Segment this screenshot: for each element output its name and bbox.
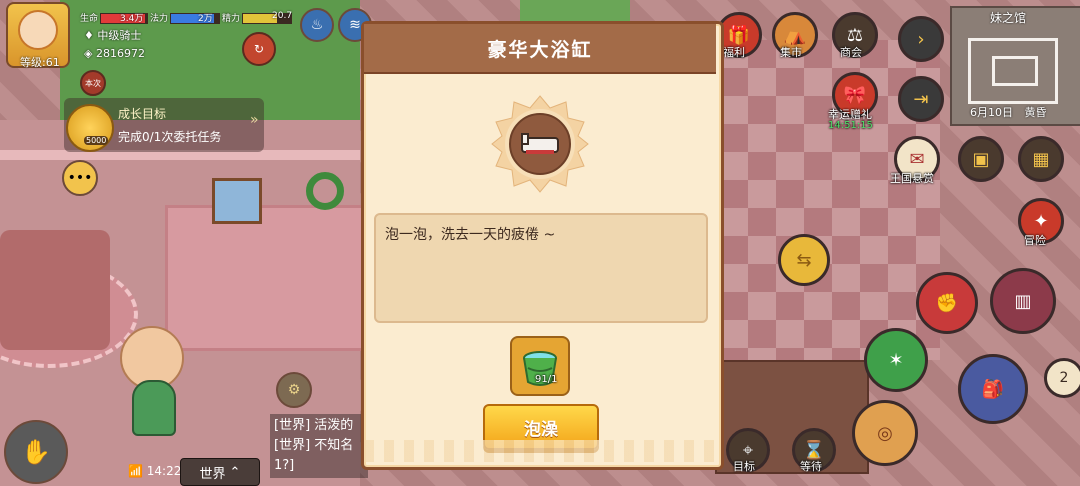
power-value: 2816972 [95, 47, 145, 60]
chat-bubble-button[interactable]: ••• [62, 160, 98, 196]
adventure-label: 冒险 [1024, 234, 1046, 247]
wreath-decoration [306, 172, 344, 210]
bath-status-icon[interactable]: ♨ [300, 8, 334, 42]
hp-value: 3.4万 [120, 14, 144, 24]
wait-label: 等待 [800, 460, 822, 473]
lucky-gift-timer: 14:51:15 [828, 120, 873, 131]
swap-button[interactable]: ⇆ [778, 234, 830, 286]
counter-text: 2 [1059, 370, 1069, 386]
target-label: 目标 [733, 460, 755, 473]
date-text: 6月10日 [970, 106, 1013, 119]
minimap-title: 妹之馆 [990, 11, 1027, 25]
settings-button[interactable]: ⚙ [276, 372, 312, 408]
counter-badge: 2 [1044, 358, 1080, 398]
pink-carpet [165, 205, 371, 351]
chat-line: 1?] [274, 458, 295, 473]
player-character[interactable] [132, 380, 176, 436]
goal-title: 成长目标 [118, 107, 167, 121]
handshake-button[interactable]: ✋ [4, 420, 68, 484]
skill-backpack-button[interactable]: 🎒 [958, 354, 1028, 424]
target-lock-button[interactable]: ◎ [852, 400, 918, 466]
item-description: 泡一泡，洗去一天的疲倦 ~ [385, 227, 556, 243]
chat-channel-button[interactable]: 世界 ⌃ [180, 458, 260, 486]
player-rank: ♦ 中级骑士 [84, 27, 141, 43]
sp-label: 精力 [222, 14, 241, 24]
bathtub-icon [491, 95, 589, 193]
guild-label: 商会 [840, 46, 862, 59]
goal-reward: 5000 [84, 136, 109, 145]
minimap-room [992, 56, 1038, 86]
power-icon: ◈ [84, 47, 96, 60]
bed-furniture [0, 230, 110, 350]
player-level: 等级:61 [20, 56, 60, 69]
kingdom-reward-label: 王国悬赏 [890, 172, 934, 185]
avatar-face [18, 10, 58, 50]
clock: 📶 14:22 [128, 464, 181, 478]
attack-button[interactable]: ✶ [864, 328, 928, 392]
bucket-icon [523, 351, 557, 386]
chat-line: [世界] 不知名 [274, 438, 354, 453]
hp-label: 生命 [80, 14, 99, 24]
wall-button[interactable]: ▥ [990, 268, 1056, 334]
refresh-button[interactable]: ↻ [242, 32, 276, 66]
chest-button[interactable]: ▣ [958, 136, 1004, 182]
minimap-date: 6月10日 黄昏 [970, 104, 1047, 120]
rank-icon: ♦ [84, 29, 98, 42]
market-label: 集市 [780, 46, 802, 59]
grid-menu-button[interactable]: ▦ [1018, 136, 1064, 182]
dialog-title: 豪华大浴缸 [487, 38, 593, 61]
weather-text: 黄昏 [1024, 106, 1047, 119]
welfare-label: 福利 [723, 46, 745, 59]
channel-label: 世界 [199, 466, 226, 482]
dialog-footer-pattern [364, 440, 716, 462]
mp-label: 法力 [150, 14, 169, 24]
clock-text: 14:22 [146, 464, 182, 478]
water-bucket-slot[interactable] [510, 336, 570, 396]
sp-value: 20.7 [272, 11, 293, 21]
action-button-red[interactable]: ✊ [916, 272, 978, 334]
wifi-icon: 📶 [128, 464, 147, 478]
chevron-up-icon: ⌃ [229, 464, 241, 480]
chat-line: [世界] 活泼的 [274, 418, 354, 433]
goal-description: 完成0/1次委托任务 [118, 130, 222, 144]
bathe-button-label: 泡澡 [524, 419, 558, 440]
avatar-badge-text: 本次 [85, 78, 101, 88]
expand-arrow-button[interactable]: › [898, 16, 944, 62]
chevron-right-icon[interactable]: » [250, 112, 259, 128]
cost-count: 91/1 [535, 374, 558, 385]
avatar-badge[interactable]: 本次 [80, 70, 106, 96]
refresh-icon: ↻ [253, 42, 265, 56]
easel-decoration[interactable] [212, 178, 262, 224]
exit-button[interactable]: ⇥ [898, 76, 944, 122]
mp-value: 2万 [198, 14, 213, 24]
player-power: ◈ 2816972 [84, 47, 145, 60]
rank-text: 中级骑士 [97, 29, 142, 42]
chat-log[interactable]: [世界] 活泼的 [世界] 不知名 1?] [270, 414, 368, 478]
